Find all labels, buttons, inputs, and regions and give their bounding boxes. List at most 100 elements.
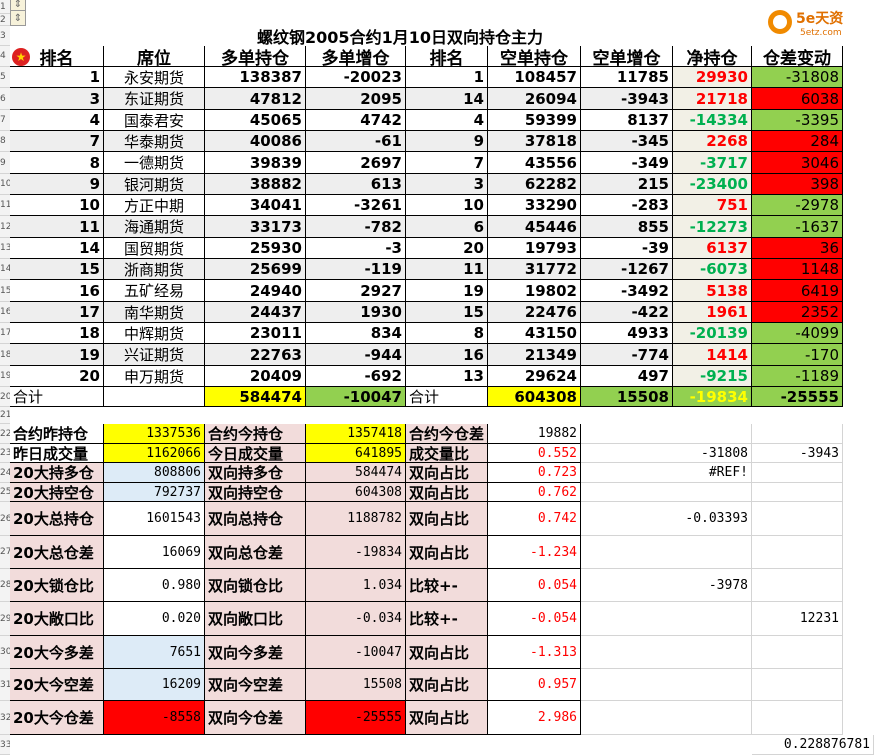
- table-cell[interactable]: 497: [581, 366, 673, 387]
- table-cell[interactable]: 11: [10, 216, 104, 238]
- row-number[interactable]: 3: [0, 26, 10, 46]
- aux-value[interactable]: [752, 701, 843, 735]
- column-header[interactable]: 多单持仓: [205, 46, 306, 67]
- aux-value[interactable]: 12231: [752, 602, 843, 636]
- stat-value[interactable]: 641895: [306, 444, 406, 463]
- table-cell[interactable]: 62282: [488, 174, 581, 195]
- net-position-cell[interactable]: -23400: [673, 174, 752, 195]
- stat-value[interactable]: 1188782: [306, 502, 406, 536]
- broker-cell[interactable]: 东证期货: [104, 88, 205, 110]
- row-number[interactable]: 31: [0, 669, 10, 701]
- row-number[interactable]: 26: [0, 502, 10, 536]
- position-change-cell[interactable]: -170: [752, 344, 843, 366]
- broker-cell[interactable]: 申万期货: [104, 366, 205, 387]
- net-position-cell[interactable]: 29930: [673, 67, 752, 88]
- broker-cell[interactable]: 一德期货: [104, 152, 205, 174]
- stat-ratio[interactable]: -0.054: [488, 602, 581, 636]
- net-position-cell[interactable]: -6073: [673, 259, 752, 280]
- row-number[interactable]: 2: [0, 14, 10, 26]
- table-cell[interactable]: 855: [581, 216, 673, 238]
- table-cell[interactable]: -3: [306, 238, 406, 259]
- aux-value[interactable]: [752, 502, 843, 536]
- stat-ratio[interactable]: 0.762: [488, 483, 581, 502]
- position-change-cell[interactable]: -2978: [752, 195, 843, 216]
- aux-value[interactable]: [581, 669, 752, 701]
- table-cell[interactable]: 10: [406, 195, 488, 216]
- table-cell[interactable]: 45446: [488, 216, 581, 238]
- table-cell[interactable]: 16: [406, 344, 488, 366]
- row-number[interactable]: 33: [0, 735, 10, 755]
- column-header[interactable]: 多单增仓: [306, 46, 406, 67]
- row-number[interactable]: 6: [0, 88, 10, 110]
- stat-value[interactable]: 0.980: [104, 569, 205, 602]
- table-cell[interactable]: 15: [10, 259, 104, 280]
- net-position-cell[interactable]: -9215: [673, 366, 752, 387]
- row-number[interactable]: 18: [0, 344, 10, 366]
- table-cell[interactable]: 40086: [205, 131, 306, 152]
- table-cell[interactable]: 11785: [581, 67, 673, 88]
- table-cell[interactable]: 23011: [205, 323, 306, 344]
- stat-ratio[interactable]: 0.054: [488, 569, 581, 602]
- table-cell[interactable]: 9: [406, 131, 488, 152]
- stat-label[interactable]: 今日成交量: [205, 444, 306, 463]
- table-cell[interactable]: 2095: [306, 88, 406, 110]
- table-cell[interactable]: 1930: [306, 302, 406, 323]
- total-net[interactable]: -19834: [673, 387, 752, 407]
- table-cell[interactable]: 22476: [488, 302, 581, 323]
- aux-value[interactable]: -3978: [581, 569, 752, 602]
- aux-value[interactable]: [752, 569, 843, 602]
- row-number[interactable]: 24: [0, 463, 10, 483]
- table-cell[interactable]: 24437: [205, 302, 306, 323]
- stat-value[interactable]: 584474: [306, 463, 406, 483]
- aux-value[interactable]: #REF!: [581, 463, 752, 483]
- empty-cell[interactable]: [104, 387, 205, 407]
- stat-value[interactable]: 0.020: [104, 602, 205, 636]
- table-cell[interactable]: 3: [10, 88, 104, 110]
- column-header[interactable]: 仓差变动: [752, 46, 843, 67]
- table-cell[interactable]: 13: [406, 366, 488, 387]
- stat-label[interactable]: 20大敞口比: [10, 602, 104, 636]
- aux-value[interactable]: -31808: [581, 444, 752, 463]
- column-header[interactable]: 席位: [104, 46, 205, 67]
- net-position-cell[interactable]: -3717: [673, 152, 752, 174]
- stat-label[interactable]: 双向持多仓: [205, 463, 306, 483]
- aux-value[interactable]: [581, 636, 752, 669]
- stat-ratio[interactable]: 0.742: [488, 502, 581, 536]
- aux-value[interactable]: [581, 701, 752, 735]
- stat-ratio[interactable]: 0.957: [488, 669, 581, 701]
- row-number[interactable]: 20: [0, 387, 10, 407]
- stat-label[interactable]: 双向占比: [406, 502, 488, 536]
- stat-label[interactable]: 合约昨持仓: [10, 424, 104, 444]
- position-change-cell[interactable]: 284: [752, 131, 843, 152]
- stat-value[interactable]: -0.034: [306, 602, 406, 636]
- table-cell[interactable]: 20409: [205, 366, 306, 387]
- stat-value[interactable]: -8558: [104, 701, 205, 735]
- stat-value[interactable]: 1601543: [104, 502, 205, 536]
- net-position-cell[interactable]: 21718: [673, 88, 752, 110]
- table-cell[interactable]: 43150: [488, 323, 581, 344]
- broker-cell[interactable]: 南华期货: [104, 302, 205, 323]
- broker-cell[interactable]: 国泰君安: [104, 110, 205, 131]
- net-position-cell[interactable]: 6137: [673, 238, 752, 259]
- table-cell[interactable]: 21349: [488, 344, 581, 366]
- row-number[interactable]: 5: [0, 67, 10, 88]
- stat-ratio[interactable]: 0.552: [488, 444, 581, 463]
- stat-label[interactable]: 双向占比: [406, 536, 488, 569]
- row-number[interactable]: 27: [0, 536, 10, 569]
- table-cell[interactable]: 2697: [306, 152, 406, 174]
- broker-cell[interactable]: 国贸期货: [104, 238, 205, 259]
- table-cell[interactable]: 34041: [205, 195, 306, 216]
- stat-value[interactable]: 15508: [306, 669, 406, 701]
- position-change-cell[interactable]: -1637: [752, 216, 843, 238]
- stat-ratio[interactable]: 2.986: [488, 701, 581, 735]
- position-change-cell[interactable]: 1148: [752, 259, 843, 280]
- table-cell[interactable]: 20: [10, 366, 104, 387]
- broker-cell[interactable]: 银河期货: [104, 174, 205, 195]
- table-cell[interactable]: -422: [581, 302, 673, 323]
- row-number[interactable]: 29: [0, 602, 10, 636]
- table-cell[interactable]: 138387: [205, 67, 306, 88]
- stat-ratio[interactable]: -1.234: [488, 536, 581, 569]
- stat-ratio[interactable]: 0.723: [488, 463, 581, 483]
- row-number[interactable]: 28: [0, 569, 10, 602]
- table-cell[interactable]: 38882: [205, 174, 306, 195]
